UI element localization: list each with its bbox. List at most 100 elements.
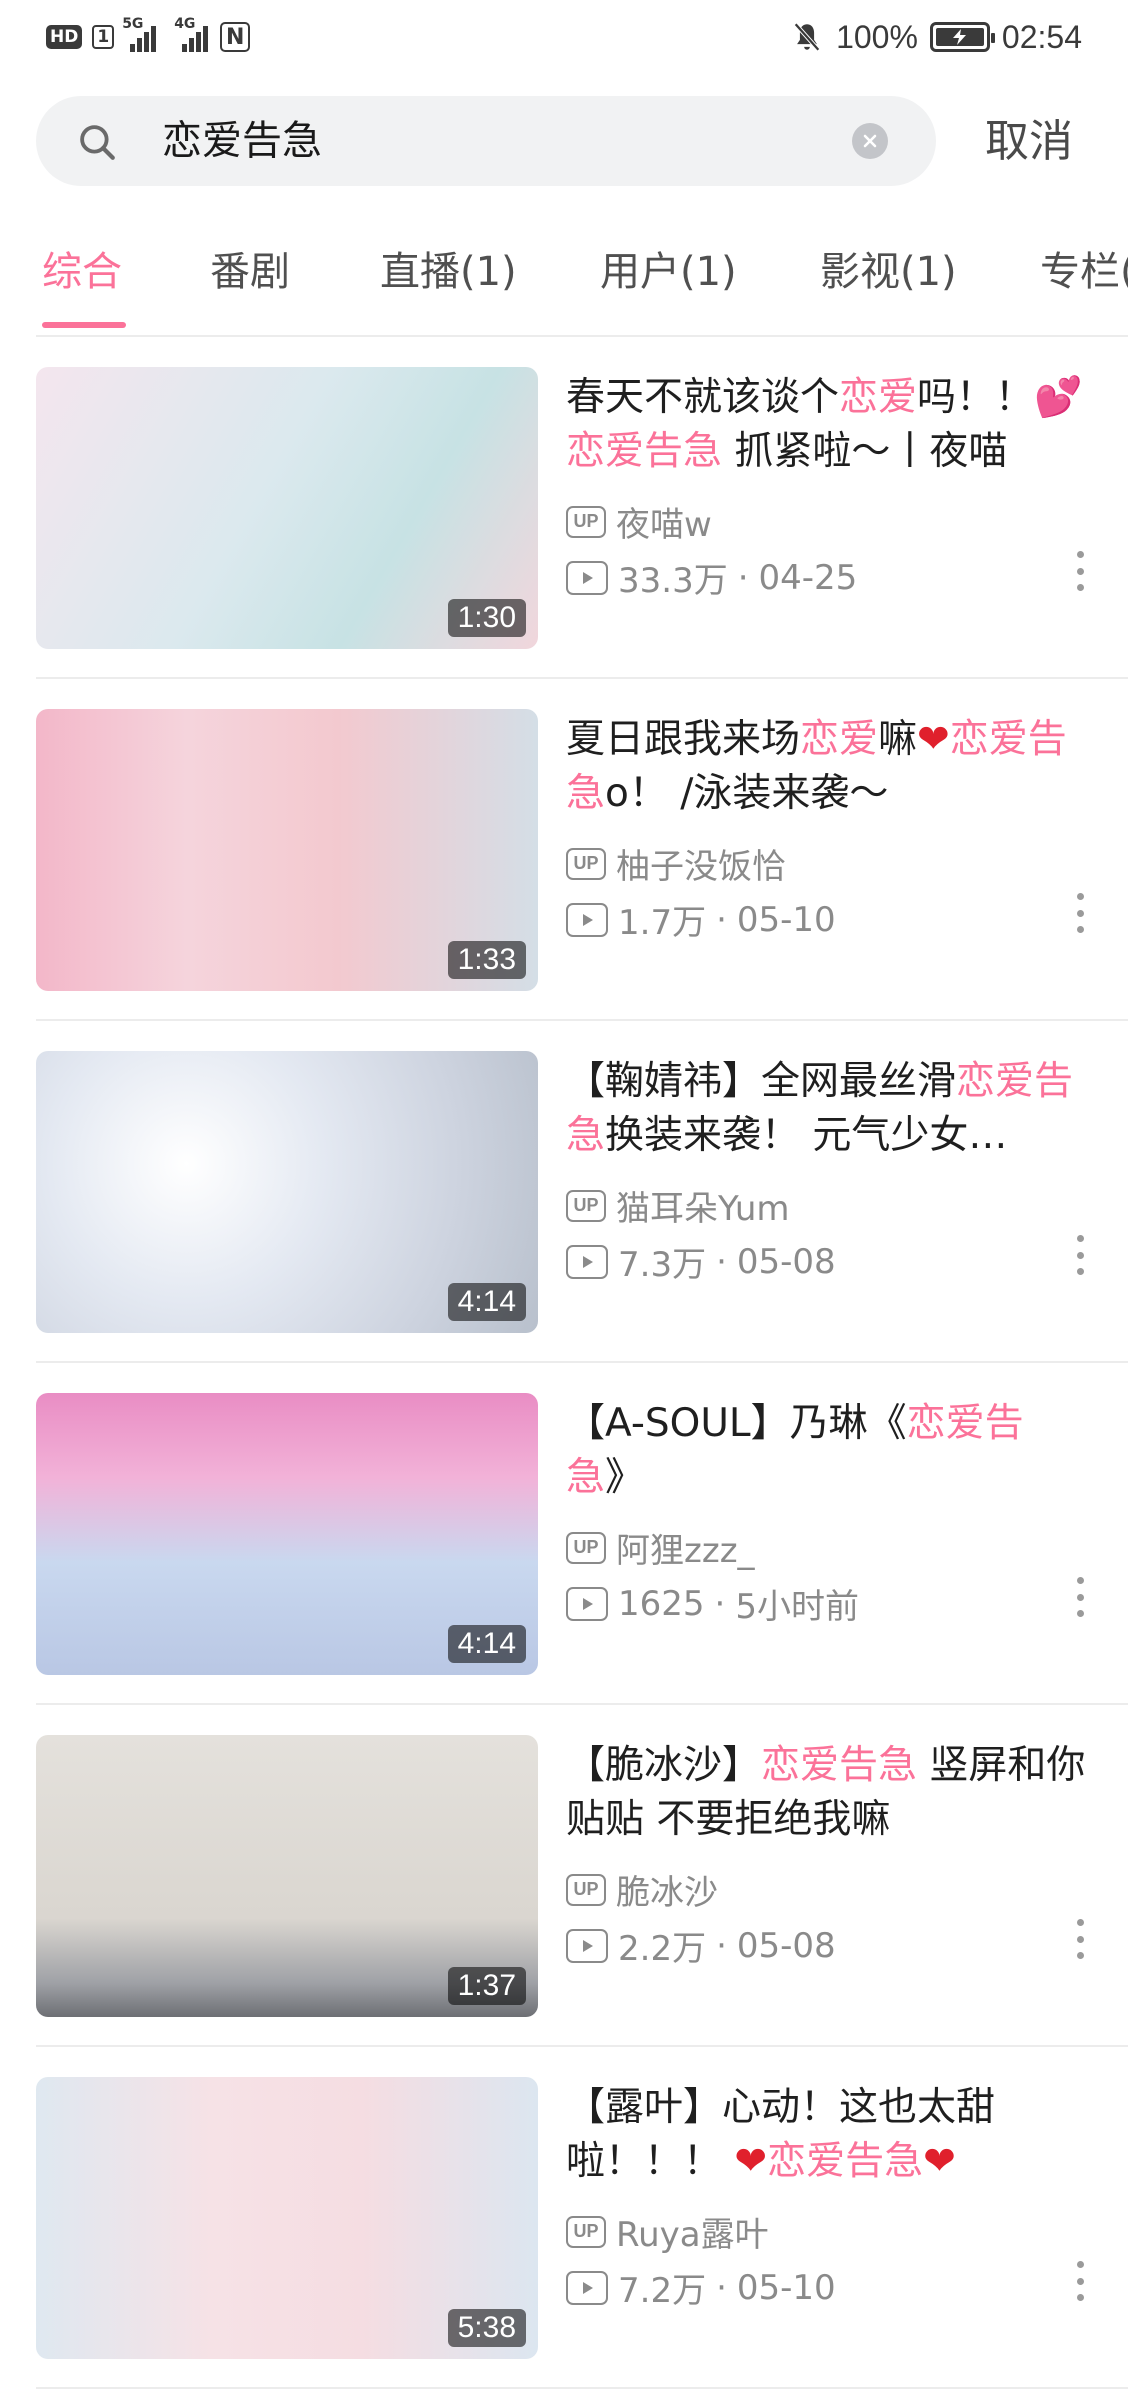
net1-label: 5G [122,16,144,32]
tab-underline [42,322,126,328]
uploader-name[interactable]: 脆冰沙 [616,1865,718,1914]
uploader-name[interactable]: 夜喵w [616,497,712,546]
title-highlight: 恋爱 [839,375,918,420]
tab-movies[interactable]: 影视(1) [820,230,957,314]
title-text: 换装来袭！ 元气少女… [605,1113,1008,1158]
video-title[interactable]: 春天不就该谈个恋爱吗！！💕 恋爱告急 抓紧啦～丨夜喵 [566,371,1096,479]
title-text: 夏日跟我来场 [566,717,801,762]
uploader-name[interactable]: Ruya露叶 [616,2207,769,2256]
battery-icon [929,22,995,52]
status-right: 100% 02:54 [790,16,1082,58]
title-text: 嘛 [878,717,918,762]
play-count-icon [566,902,608,937]
search-input[interactable]: 恋爱告急 [162,96,862,186]
tab-users[interactable]: 用户(1) [600,230,737,314]
view-count: 33.3万 [618,561,728,601]
view-count: 1.7万 [618,903,707,943]
battery-percent: 100% [836,18,918,55]
video-duration: 5:38 [447,2309,526,2347]
video-item[interactable]: 1:33 夏日跟我来场恋爱嘛❤恋爱告急o！ /泳装来袭～ UP 柚子没饭恰 1.7万 · 0… [0,679,1128,1021]
stats-row: 1625 · 5小时前 [566,1579,859,1628]
video-duration: 4:14 [447,1625,526,1663]
heart-emoji: ❤ [923,2139,956,2184]
tab-live[interactable]: 直播(1) [380,230,517,314]
play-count-icon [566,1244,608,1279]
more-options-icon[interactable] [1074,893,1086,933]
video-item[interactable]: 1:37 【脆冰沙】恋爱告急 竖屏和你贴贴 不要拒绝我嘛 UP 脆冰沙 2.2万 · 05-… [0,1705,1128,2047]
more-options-icon[interactable] [1074,1577,1086,1617]
cancel-button[interactable]: 取消 [985,110,1073,174]
title-text: 抓紧啦～丨夜喵 [722,429,1008,474]
more-options-icon[interactable] [1074,2261,1086,2301]
stats-row: 7.3万 · 05-08 [566,1237,836,1286]
play-count-icon [566,560,608,595]
upload-date: 05-10 [736,899,836,940]
title-highlight: 恋爱告急 [767,2139,924,2184]
uploader-name[interactable]: 猫耳朵Yum [616,1181,790,1230]
nfc-icon: N [220,22,251,52]
more-options-icon[interactable] [1074,1235,1086,1275]
play-count-icon [566,1928,608,1963]
uploader-row[interactable]: UP 阿狸zzz_ [566,1523,755,1572]
net2-label: 4G [174,16,196,32]
video-thumbnail[interactable]: 4:14 [36,1051,538,1333]
search-box[interactable]: 恋爱告急 [36,96,936,186]
up-badge-icon: UP [566,505,606,538]
title-highlight: 恋爱 [800,717,879,762]
video-thumbnail[interactable]: 1:33 [36,709,538,991]
play-count-icon [566,1586,608,1621]
tab-bangumi[interactable]: 番剧 [210,230,290,314]
play-count-icon [566,2270,608,2305]
title-text: 【鞠婧祎】全网最丝滑 [566,1059,957,1104]
view-count: 7.3万 [618,1245,707,1285]
item-divider [36,2387,1128,2389]
uploader-row[interactable]: UP 夜喵w [566,497,712,546]
uploader-name[interactable]: 阿狸zzz_ [616,1523,755,1572]
signal-4g-icon: 4G [174,16,210,52]
hd-badge: HD [46,25,83,49]
uploader-row[interactable]: UP 柚子没饭恰 [566,839,786,888]
video-title[interactable]: 【鞠婧祎】全网最丝滑恋爱告急换装来袭！ 元气少女… [566,1055,1096,1163]
up-badge-icon: UP [566,1189,606,1222]
more-options-icon[interactable] [1074,1919,1086,1959]
tab-comprehensive[interactable]: 综合 [42,230,122,314]
video-thumbnail[interactable]: 5:38 [36,2077,538,2359]
title-text: o！ /泳装来袭～ [605,771,889,816]
video-title[interactable]: 【A-SOUL】乃琳《恋爱告急》 [566,1397,1096,1505]
uploader-row[interactable]: UP Ruya露叶 [566,2207,769,2256]
sim-badge: 1 [92,25,115,49]
up-badge-icon: UP [566,1531,606,1564]
title-text: 吗！！ [917,375,1035,420]
separator-dot: · [716,1241,727,1282]
up-badge-icon: UP [566,2215,606,2248]
video-title[interactable]: 【脆冰沙】恋爱告急 竖屏和你贴贴 不要拒绝我嘛 [566,1739,1096,1847]
signal-5g-icon: 5G [122,16,158,52]
upload-date: 04-25 [758,557,858,598]
heart-emoji: ❤ [734,2139,768,2184]
video-thumbnail[interactable]: 1:30 [36,367,538,649]
video-item[interactable]: 4:14 【A-SOUL】乃琳《恋爱告急》 UP 阿狸zzz_ 1625 · 5小时前 [0,1363,1128,1705]
clock: 02:54 [1001,18,1082,55]
title-text: 春天不就该谈个 [566,375,840,420]
uploader-row[interactable]: UP 脆冰沙 [566,1865,718,1914]
uploader-row[interactable]: UP 猫耳朵Yum [566,1181,790,1230]
uploader-name[interactable]: 柚子没饭恰 [616,839,786,888]
upload-date: 05-10 [736,2267,836,2308]
search-icon [80,125,115,160]
video-item[interactable]: 1:30 春天不就该谈个恋爱吗！！💕 恋爱告急 抓紧啦～丨夜喵 UP 夜喵w 33.3万 ·… [0,337,1128,679]
video-item[interactable]: 4:14 【鞠婧祎】全网最丝滑恋爱告急换装来袭！ 元气少女… UP 猫耳朵Yum 7.3… [0,1021,1128,1363]
separator-dot: · [714,1583,726,1624]
separator-dot: · [716,2267,727,2308]
video-thumbnail[interactable]: 4:14 [36,1393,538,1675]
view-count: 7.2万 [618,2271,707,2311]
video-title[interactable]: 【露叶】心动！这也太甜啦！！！ ❤恋爱告急❤ [566,2081,1096,2189]
video-duration: 1:37 [447,1967,526,2005]
video-thumbnail[interactable]: 1:37 [36,1735,538,2017]
clear-icon[interactable] [852,123,888,159]
tab-articles[interactable]: 专栏( [1040,230,1128,314]
upload-date: 05-08 [736,1241,836,1282]
more-options-icon[interactable] [1074,551,1086,591]
status-bar: HD 1 5G 4G N 100% 02:54 [0,0,1128,76]
video-item[interactable]: 5:38 【露叶】心动！这也太甜啦！！！ ❤恋爱告急❤ UP Ruya露叶 7.2万 · 0… [0,2047,1128,2389]
video-title[interactable]: 夏日跟我来场恋爱嘛❤恋爱告急o！ /泳装来袭～ [566,713,1096,821]
